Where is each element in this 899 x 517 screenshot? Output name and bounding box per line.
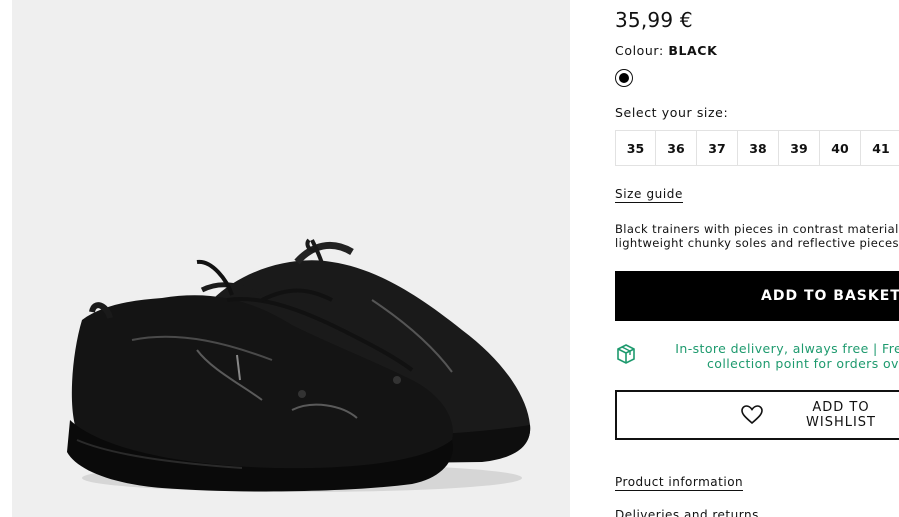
colour-label: Colour: [615, 43, 664, 58]
product-price: 35,99 € [615, 8, 693, 32]
size-option-40[interactable]: 40 [820, 130, 861, 166]
size-guide-link[interactable]: Size guide [615, 187, 684, 203]
product-info-panel: 35,99 € Colour: BLACK Select your size: … [615, 0, 899, 517]
size-selector: 35 36 37 38 39 40 41 [615, 130, 899, 166]
delivery-line-1: In-store delivery, always free | Free de… [675, 341, 899, 356]
deliveries-returns-link[interactable]: Deliveries and returns [615, 508, 759, 517]
product-image[interactable] [12, 0, 570, 517]
colour-row: Colour: BLACK [615, 43, 717, 58]
color-swatch-black[interactable] [615, 69, 633, 87]
delivery-info: In-store delivery, always free | Free de… [615, 340, 899, 374]
size-option-38[interactable]: 38 [738, 130, 779, 166]
wishlist-label: ADD TO WISHLIST [806, 400, 876, 430]
delivery-line-2: collection point for orders ove [707, 356, 899, 371]
size-option-35[interactable]: 35 [615, 130, 656, 166]
add-to-basket-button[interactable]: ADD TO BASKET [615, 271, 899, 321]
package-icon [615, 343, 637, 369]
colour-value: BLACK [668, 43, 718, 58]
size-option-39[interactable]: 39 [779, 130, 820, 166]
product-information-link[interactable]: Product information [615, 475, 744, 491]
size-select-label: Select your size: [615, 105, 729, 120]
size-option-37[interactable]: 37 [697, 130, 738, 166]
sneaker-illustration [67, 238, 531, 492]
product-description: Black trainers with pieces in contrast m… [615, 222, 899, 250]
heart-icon [741, 405, 763, 425]
description-line-1: Black trainers with pieces in contrast m… [615, 222, 899, 236]
size-option-36[interactable]: 36 [656, 130, 697, 166]
add-to-wishlist-button[interactable]: ADD TO WISHLIST [615, 390, 899, 440]
description-line-2: lightweight chunky soles and reflective … [615, 236, 899, 250]
delivery-text: In-store delivery, always free | Free de… [657, 341, 899, 371]
size-option-41[interactable]: 41 [861, 130, 899, 166]
